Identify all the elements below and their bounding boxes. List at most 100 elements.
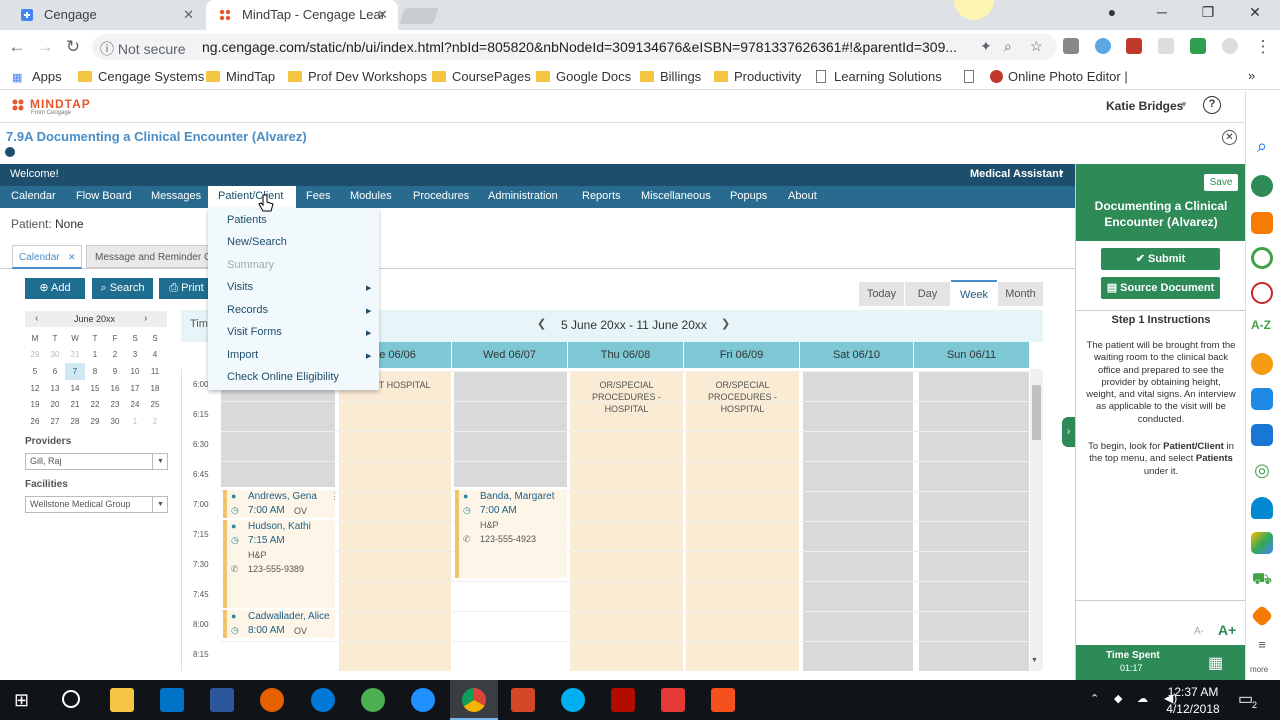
close-window-icon[interactable]: ✕ bbox=[1240, 4, 1270, 21]
tab-mindtap[interactable]: MindTap - Cengage Lear ✕ bbox=[206, 0, 398, 30]
forward-icon[interactable]: → bbox=[34, 36, 56, 58]
close-activity-icon[interactable]: ✕ bbox=[1222, 130, 1237, 145]
merriam-webster-icon[interactable] bbox=[1251, 282, 1273, 304]
appointment-card[interactable]: ● Hudson, Kathi ◷ 7:15 AM H&P ✆ 123-555-… bbox=[223, 520, 335, 608]
search-icon[interactable]: ⌕ bbox=[1251, 136, 1273, 158]
calendar-day[interactable]: 6 bbox=[45, 363, 65, 380]
close-tab-icon[interactable]: ✕ bbox=[183, 0, 194, 30]
bookmark-folder[interactable]: Prof Dev Workshops bbox=[288, 69, 427, 84]
more-bookmarks-icon[interactable]: » bbox=[1248, 68, 1255, 83]
a-to-z-icon[interactable]: A-Z bbox=[1251, 318, 1273, 340]
menu-flow-board[interactable]: Flow Board bbox=[76, 190, 132, 202]
calendar-day[interactable]: 19 bbox=[25, 396, 45, 413]
dropdown-item-check-eligibility[interactable]: Check Online Eligibility bbox=[227, 371, 339, 383]
menu-modules[interactable]: Modules bbox=[350, 190, 392, 202]
snagit-icon[interactable] bbox=[711, 688, 735, 712]
cart-icon[interactable]: ⛟ bbox=[1251, 570, 1273, 592]
dropdown-item-visits[interactable]: Visits bbox=[227, 281, 253, 293]
source-document-button[interactable]: ▤ Source Document bbox=[1101, 277, 1220, 299]
file-explorer-icon[interactable] bbox=[110, 688, 134, 712]
book-icon[interactable] bbox=[1251, 388, 1273, 410]
dropbox-icon[interactable]: ◆ bbox=[1114, 692, 1122, 705]
skype-icon[interactable] bbox=[561, 688, 585, 712]
menu-reports[interactable]: Reports bbox=[582, 190, 621, 202]
close-tab-icon[interactable]: ✕ bbox=[68, 252, 76, 263]
calendar-day[interactable]: 2 bbox=[105, 347, 125, 364]
provider-select[interactable]: Gill, Raj ▼ bbox=[25, 453, 168, 470]
calendar-day[interactable]: 21 bbox=[65, 396, 85, 413]
dropdown-item-new-search[interactable]: New/Search bbox=[227, 236, 287, 248]
dropdown-item-patients[interactable]: Patients bbox=[227, 214, 267, 226]
next-week-icon[interactable]: ❯ bbox=[721, 317, 730, 330]
font-increase-button[interactable]: A+ bbox=[1218, 622, 1236, 638]
calendar-day[interactable]: 16 bbox=[105, 380, 125, 397]
profile-icon[interactable]: ● bbox=[1097, 4, 1127, 20]
network-app-icon[interactable] bbox=[361, 688, 385, 712]
calendar-day[interactable]: 24 bbox=[125, 396, 145, 413]
calendar-day[interactable]: 3 bbox=[125, 347, 145, 364]
cortana-icon[interactable] bbox=[62, 690, 80, 708]
calendar-day[interactable]: 28 bbox=[65, 413, 85, 430]
calendar-day[interactable]: 30 bbox=[45, 347, 65, 364]
scrollbar-thumb[interactable] bbox=[1032, 385, 1041, 440]
calendar-day[interactable]: 17 bbox=[125, 380, 145, 397]
calendar-day[interactable]: 5 bbox=[25, 363, 45, 380]
chrome-menu-icon[interactable]: ⋮ bbox=[1252, 36, 1274, 58]
help-icon[interactable]: ? bbox=[1203, 96, 1221, 114]
bookmark-photo-editor[interactable]: Online Photo Editor | bbox=[988, 69, 1128, 84]
next-month-icon[interactable]: › bbox=[144, 313, 147, 324]
calendar-day[interactable]: 20 bbox=[45, 396, 65, 413]
acrobat-icon[interactable] bbox=[611, 688, 635, 712]
calendar-day[interactable]: 31 bbox=[65, 347, 85, 364]
role-selector[interactable]: Medical Assistant bbox=[970, 168, 1063, 180]
tab-calendar[interactable]: Calendar ✕ bbox=[12, 245, 82, 269]
firefox-icon[interactable] bbox=[260, 688, 284, 712]
role-chevron-icon[interactable]: ▼ bbox=[1058, 170, 1065, 177]
calendar-day[interactable]: 10 bbox=[125, 363, 145, 380]
settings-ring-icon[interactable] bbox=[1251, 247, 1273, 269]
rss-icon[interactable] bbox=[1251, 212, 1273, 234]
restore-icon[interactable]: ❐ bbox=[1193, 4, 1223, 21]
expand-panel-handle[interactable]: › bbox=[1062, 417, 1075, 447]
menu-miscellaneous[interactable]: Miscellaneous bbox=[641, 190, 711, 202]
tab-message-reminder[interactable]: Message and Reminder C bbox=[86, 245, 210, 268]
account-icon[interactable] bbox=[1251, 175, 1273, 197]
internet-explorer-icon[interactable] bbox=[411, 688, 435, 712]
calendar-day[interactable]: 4 bbox=[145, 347, 165, 364]
week-view-button[interactable]: Week bbox=[951, 280, 997, 308]
scroll-down-icon[interactable]: ▼ bbox=[1031, 657, 1038, 664]
extension-icon[interactable] bbox=[1190, 38, 1206, 54]
month-view-button[interactable]: Month bbox=[998, 282, 1043, 306]
show-hidden-icons[interactable]: ⌃ bbox=[1090, 692, 1099, 705]
facility-select[interactable]: Wellstone Medical Group ▼ bbox=[25, 496, 168, 513]
prev-week-icon[interactable]: ❮ bbox=[537, 317, 546, 330]
calendar-day[interactable]: 22 bbox=[85, 396, 105, 413]
bookmark-folder[interactable]: Cengage Systems bbox=[78, 69, 204, 84]
calendar-day[interactable]: 9 bbox=[105, 363, 125, 380]
clock-date[interactable]: 4/12/2018 bbox=[1161, 702, 1225, 716]
bookmark-folder[interactable]: CoursePages bbox=[432, 69, 531, 84]
not-secure-indicator[interactable]: ⓘ Not secure bbox=[100, 39, 186, 59]
omnibox[interactable]: ⓘ Not secure ng.cengage.com/static/nb/ui… bbox=[92, 34, 1057, 60]
calendar-day[interactable]: 12 bbox=[25, 380, 45, 397]
calendar-day[interactable]: 29 bbox=[25, 347, 45, 364]
calendar-day[interactable]: 26 bbox=[25, 413, 45, 430]
extension-icon[interactable] bbox=[1222, 38, 1238, 54]
bookmark-folder[interactable]: Google Docs bbox=[536, 69, 631, 84]
back-icon[interactable]: ← bbox=[6, 36, 28, 58]
dropdown-item-visit-forms[interactable]: Visit Forms bbox=[227, 326, 282, 338]
edit-icon[interactable] bbox=[1251, 424, 1273, 446]
pdf-extension-icon[interactable] bbox=[1126, 38, 1142, 54]
number-6-icon[interactable] bbox=[1251, 353, 1273, 375]
prev-month-icon[interactable]: ‹ bbox=[35, 313, 38, 324]
bookmark-page[interactable]: Learning Solutions C bbox=[814, 69, 946, 84]
tab-cengage[interactable]: Cengage ✕ bbox=[8, 0, 204, 30]
url-text[interactable]: ng.cengage.com/static/nb/ui/index.html?n… bbox=[202, 39, 992, 55]
calendar-day[interactable]: 15 bbox=[85, 380, 105, 397]
today-button[interactable]: Today bbox=[859, 282, 904, 306]
calculator-icon[interactable]: ▦ bbox=[1208, 653, 1223, 673]
audio-icon[interactable]: ◎ bbox=[1251, 460, 1273, 482]
extension-icon[interactable] bbox=[1158, 38, 1174, 54]
day-view-button[interactable]: Day bbox=[905, 282, 950, 306]
submit-button[interactable]: ✔ Submit bbox=[1101, 248, 1220, 270]
